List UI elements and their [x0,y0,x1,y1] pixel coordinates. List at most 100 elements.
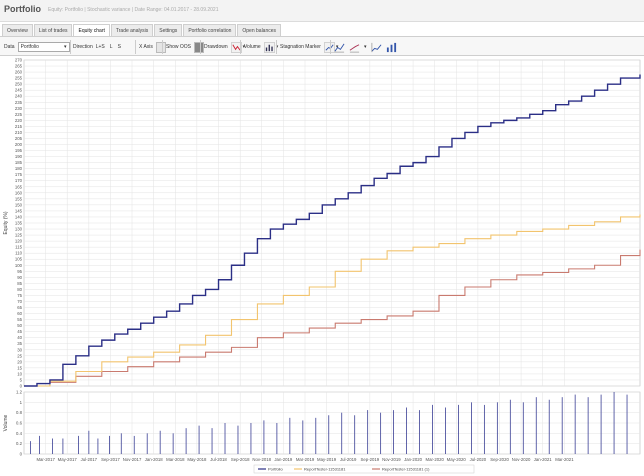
toolbar-divider [276,40,277,54]
equity-y-tick-label: 150 [15,202,23,207]
chart-toolbar: Data Portfolio ▾ Direction L+S L S X Axi… [0,36,644,56]
equity-y-tick-label: 95 [17,269,22,274]
show-oos-label: Show OOS [166,44,192,50]
volume-y-tick-label: 1.2 [16,390,23,395]
equity-y-tick-label: 85 [17,281,22,286]
tab-portfolio-correlation[interactable]: Portfolio correlation [183,24,237,36]
chevron-down-icon[interactable]: ▾ [364,44,367,50]
zoom-chart-icon[interactable] [371,42,382,53]
tab-open-balances[interactable]: Open balances [237,24,282,36]
equity-y-tick-label: 130 [15,227,23,232]
equity-y-tick-label: 115 [15,245,22,250]
tab-bar: Overview List of trades Equity chart Tra… [2,24,282,36]
x-tick-label: Mar-2017 [36,457,55,462]
data-control: Data Portfolio ▾ [4,41,70,53]
tab-trade-analysis[interactable]: Trade analysis [110,24,154,36]
equity-y-tick-label: 65 [17,305,22,310]
x-tick-label: May-2020 [447,457,467,462]
legend-entry[interactable]: Portfolio [268,467,283,472]
toolbar-divider [135,40,136,54]
fit-chart-icon[interactable] [386,42,397,53]
equity-y-tick-label: 200 [15,142,23,147]
equity-y-tick-label: 175 [15,172,23,177]
equity-y-tick-label: 110 [15,251,22,256]
direction-label: Direction [73,44,93,50]
tab-settings[interactable]: Settings [154,24,183,36]
equity-y-tick-label: 160 [15,190,23,195]
equity-y-tick-label: 5 [20,377,23,382]
x-tick-label: Jan-2019 [274,457,293,462]
toolbar-divider [240,40,241,54]
equity-y-tick-label: 80 [17,287,22,292]
x-tick-label: Nov-2017 [123,457,142,462]
equity-y-tick-label: 165 [15,184,23,189]
equity-y-tick-label: 265 [15,64,23,69]
chart-tools-group: ▾ [334,41,397,53]
window-title: Portfolio [4,4,41,14]
equity-y-tick-label: 205 [15,136,23,141]
equity-y-tick-label: 20 [17,359,22,364]
tab-overview[interactable]: Overview [2,24,33,36]
equity-chart[interactable]: 0510152025303540455055606570758085909510… [0,56,644,476]
volume-y-tick-label: 1 [20,400,23,405]
drawdown-label: Drawdown [204,44,228,50]
equity-y-tick-label: 210 [15,130,23,135]
equity-y-tick-label: 140 [15,214,23,219]
equity-y-tick-label: 185 [15,160,23,165]
legend-entry[interactable]: ReportTester-11531181 (1) [382,467,430,472]
x-tick-label: Jul-2019 [340,457,357,462]
show-oos-control: Show OOS [166,41,205,53]
equity-y-tick-label: 230 [15,106,23,111]
equity-y-tick-label: 15 [17,365,22,370]
equity-y-tick-label: 195 [15,148,23,153]
x-tick-label: Sep-2018 [231,457,250,462]
equity-y-tick-label: 100 [15,263,23,268]
data-select[interactable]: Portfolio ▾ [17,42,70,52]
xaxis-label: X Axis [139,44,153,50]
x-tick-label: Jan-2021 [534,457,553,462]
equity-y-tick-label: 220 [15,118,23,123]
legend-entry[interactable]: ReportTester-11531181 [304,467,346,472]
equity-y-tick-label: 30 [17,347,22,352]
line-chart-icon[interactable] [334,42,345,53]
equity-y-tick-label: 270 [15,58,23,63]
direction-option-both[interactable]: L+S [96,44,105,50]
chevron-down-icon: ▾ [64,44,67,50]
x-tick-label: Sep-2019 [361,457,380,462]
equity-y-tick-label: 0 [20,384,23,389]
x-tick-label: May-2019 [317,457,337,462]
x-tick-label: Jul-2018 [210,457,227,462]
equity-y-axis-title: Equity (%) [3,211,9,234]
equity-y-tick-label: 120 [15,239,23,244]
x-tick-label: May-2017 [58,457,78,462]
equity-y-tick-label: 50 [17,323,22,328]
x-tick-label: Jul-2017 [81,457,98,462]
x-tick-label: Sep-2020 [490,457,509,462]
direction-option-short[interactable]: S [118,44,121,50]
equity-y-tick-label: 145 [15,208,23,213]
direction-control: Direction L+S L S [73,41,121,53]
equity-y-tick-label: 155 [15,196,23,201]
x-tick-label: Nov-2018 [252,457,271,462]
direction-option-long[interactable]: L [110,44,113,50]
trend-chart-icon[interactable] [349,42,360,53]
xaxis-toggle-button[interactable] [155,41,166,53]
volume-control: Volume ▾ [244,41,278,53]
tab-equity-chart[interactable]: Equity chart [73,24,110,36]
toolbar-divider [330,40,331,54]
volume-y-tick-label: 0 [20,452,23,457]
equity-y-tick-label: 60 [17,311,22,316]
volume-bars-icon[interactable] [263,41,275,53]
equity-y-tick-label: 35 [17,341,22,346]
window-subtitle: Equity: Portfolio | Stochastic variance … [48,7,219,13]
drawdown-control: Drawdown ▾ [204,41,245,53]
equity-y-tick-label: 250 [15,82,23,87]
toolbar-divider [162,40,163,54]
volume-y-tick-label: 0.8 [16,410,23,415]
equity-y-tick-label: 90 [17,275,22,280]
legend-box [253,464,475,474]
equity-y-tick-label: 135 [15,221,23,226]
equity-y-tick-label: 55 [17,317,22,322]
tab-list-of-trades[interactable]: List of trades [33,24,73,36]
equity-y-tick-label: 170 [15,178,23,183]
